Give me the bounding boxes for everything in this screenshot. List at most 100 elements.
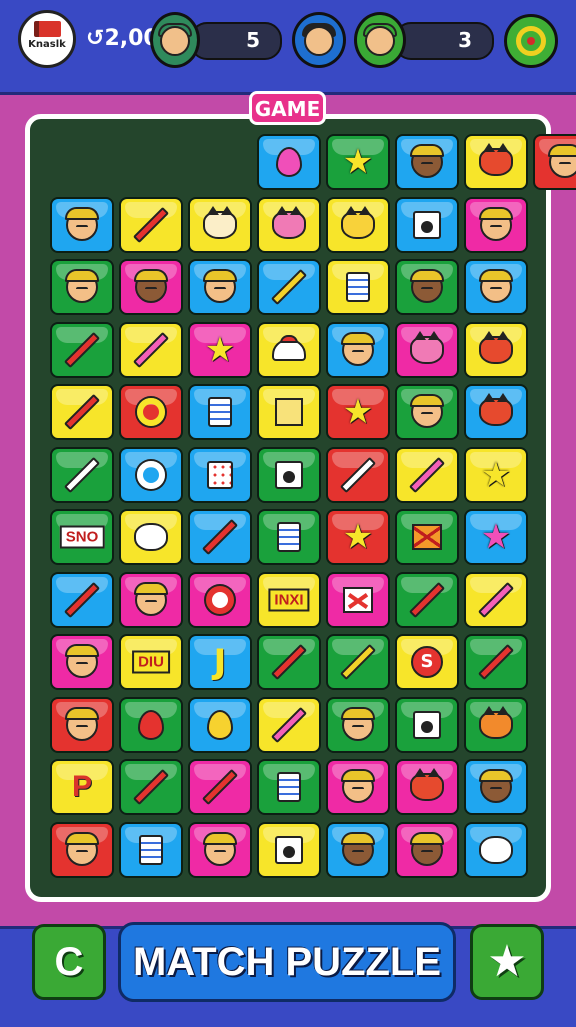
tile-r4-c1[interactable] — [119, 384, 183, 440]
cat-icon — [479, 330, 513, 364]
tile-r4-c4[interactable]: ★ — [326, 384, 390, 440]
tile-r0-c4[interactable]: ★ — [326, 134, 390, 190]
tile-r2-c4[interactable] — [326, 259, 390, 315]
tile-r3-c0[interactable] — [50, 321, 114, 378]
tile-r11-c1[interactable] — [119, 821, 183, 878]
tile-r7-c1[interactable] — [119, 571, 183, 628]
tile-r2-c2[interactable] — [188, 259, 252, 315]
word-icon: INXI — [268, 588, 310, 611]
tile-r1-c4[interactable] — [326, 196, 390, 253]
tile-r0-c5[interactable] — [395, 134, 459, 190]
tile-r3-c4[interactable] — [326, 321, 390, 378]
tile-r5-c3[interactable] — [257, 446, 321, 503]
tile-r10-c0[interactable]: P — [50, 759, 114, 815]
tile-r10-c4[interactable] — [326, 759, 390, 815]
tile-r2-c1[interactable] — [119, 259, 183, 315]
tile-r2-c3[interactable] — [257, 259, 321, 315]
tile-r8-c5[interactable]: S — [395, 634, 459, 690]
tile-r4-c6[interactable] — [464, 384, 528, 440]
tile-r4-c3[interactable] — [257, 384, 321, 440]
tile-r9-c2[interactable] — [188, 696, 252, 753]
tile-r7-c0[interactable] — [50, 571, 114, 628]
tile-r11-c5[interactable] — [395, 821, 459, 878]
tile-r6-c0[interactable]: SNO — [50, 509, 114, 565]
tile-r7-c2[interactable] — [188, 571, 252, 628]
tile-r5-c6[interactable]: ★ — [464, 446, 528, 503]
player1-avatar[interactable] — [150, 12, 200, 68]
blob-icon — [134, 523, 168, 551]
tile-r6-c3[interactable] — [257, 509, 321, 565]
tile-r5-c2[interactable] — [188, 446, 252, 503]
tile-r9-c0[interactable] — [50, 696, 114, 753]
tile-r8-c3[interactable] — [257, 634, 321, 690]
tile-r1-c0[interactable] — [50, 196, 114, 253]
tile-r2-c0[interactable] — [50, 259, 114, 315]
tile-r5-c0[interactable] — [50, 446, 114, 503]
tile-r3-c2[interactable]: ★ — [188, 321, 252, 378]
tile-r9-c1[interactable] — [119, 696, 183, 753]
tile-r9-c4[interactable] — [326, 696, 390, 753]
tile-r11-c4[interactable] — [326, 821, 390, 878]
tile-r8-c2[interactable]: J — [188, 634, 252, 690]
tile-r7-c4[interactable] — [326, 571, 390, 628]
tile-r11-c0[interactable] — [50, 821, 114, 878]
tile-r2-c6[interactable] — [464, 259, 528, 315]
face-icon — [479, 269, 513, 303]
c-button[interactable]: C — [32, 924, 106, 1000]
tile-r10-c1[interactable] — [119, 759, 183, 815]
tile-r5-c5[interactable] — [395, 446, 459, 503]
player2-count: 3 — [458, 28, 472, 52]
tile-r0-c6[interactable] — [464, 134, 528, 190]
tile-r0-c7[interactable] — [533, 134, 576, 190]
tile-r9-c3[interactable] — [257, 696, 321, 753]
cube-icon — [275, 398, 303, 426]
pencil-pink-icon — [477, 581, 515, 618]
tile-r6-c1[interactable] — [119, 509, 183, 565]
player-center-avatar[interactable] — [292, 12, 346, 68]
tile-r3-c6[interactable] — [464, 321, 528, 378]
tile-r8-c6[interactable] — [464, 634, 528, 690]
tile-r10-c2[interactable] — [188, 759, 252, 815]
tile-r11-c2[interactable] — [188, 821, 252, 878]
tile-r2-c5[interactable] — [395, 259, 459, 315]
tile-r6-c2[interactable] — [188, 509, 252, 565]
tile-r5-c4[interactable] — [326, 446, 390, 503]
tile-r9-c6[interactable] — [464, 696, 528, 753]
player2-avatar[interactable] — [354, 12, 406, 68]
tile-r1-c2[interactable] — [188, 196, 252, 253]
tile-r6-c6[interactable]: ★ — [464, 509, 528, 565]
tile-r7-c3[interactable]: INXI — [257, 571, 321, 628]
tile-r8-c1[interactable]: DIU — [119, 634, 183, 690]
face-icon — [365, 26, 395, 56]
tile-r10-c6[interactable] — [464, 759, 528, 815]
pencil-icon — [63, 581, 101, 618]
tile-r11-c3[interactable] — [257, 821, 321, 878]
tile-r6-c4[interactable]: ★ — [326, 509, 390, 565]
tile-r4-c5[interactable] — [395, 384, 459, 440]
tile-r3-c1[interactable] — [119, 321, 183, 378]
target-button[interactable] — [504, 14, 558, 68]
star-button[interactable]: ★ — [470, 924, 544, 1000]
tile-r8-c0[interactable] — [50, 634, 114, 690]
tile-r1-c3[interactable] — [257, 196, 321, 253]
tile-r5-c1[interactable] — [119, 446, 183, 503]
match-puzzle-button[interactable]: MATCH PUZZLE — [118, 922, 456, 1002]
tile-r6-c5[interactable] — [395, 509, 459, 565]
tile-r4-c0[interactable] — [50, 384, 114, 440]
tile-r1-c5[interactable] — [395, 196, 459, 253]
tile-r9-c5[interactable] — [395, 696, 459, 753]
tile-r11-c6[interactable] — [464, 821, 528, 878]
tile-r8-c4[interactable] — [326, 634, 390, 690]
tile-r7-c5[interactable] — [395, 571, 459, 628]
tile-r10-c5[interactable] — [395, 759, 459, 815]
tile-r3-c3[interactable] — [257, 321, 321, 378]
tile-r0-c3[interactable] — [257, 134, 321, 190]
tile-r1-c1[interactable] — [119, 196, 183, 253]
tile-r7-c6[interactable] — [464, 571, 528, 628]
face-icon — [160, 26, 190, 56]
tile-r1-c6[interactable] — [464, 196, 528, 253]
app-logo[interactable]: Knaslk — [18, 10, 76, 68]
tile-r4-c2[interactable] — [188, 384, 252, 440]
tile-r3-c5[interactable] — [395, 321, 459, 378]
tile-r10-c3[interactable] — [257, 759, 321, 815]
